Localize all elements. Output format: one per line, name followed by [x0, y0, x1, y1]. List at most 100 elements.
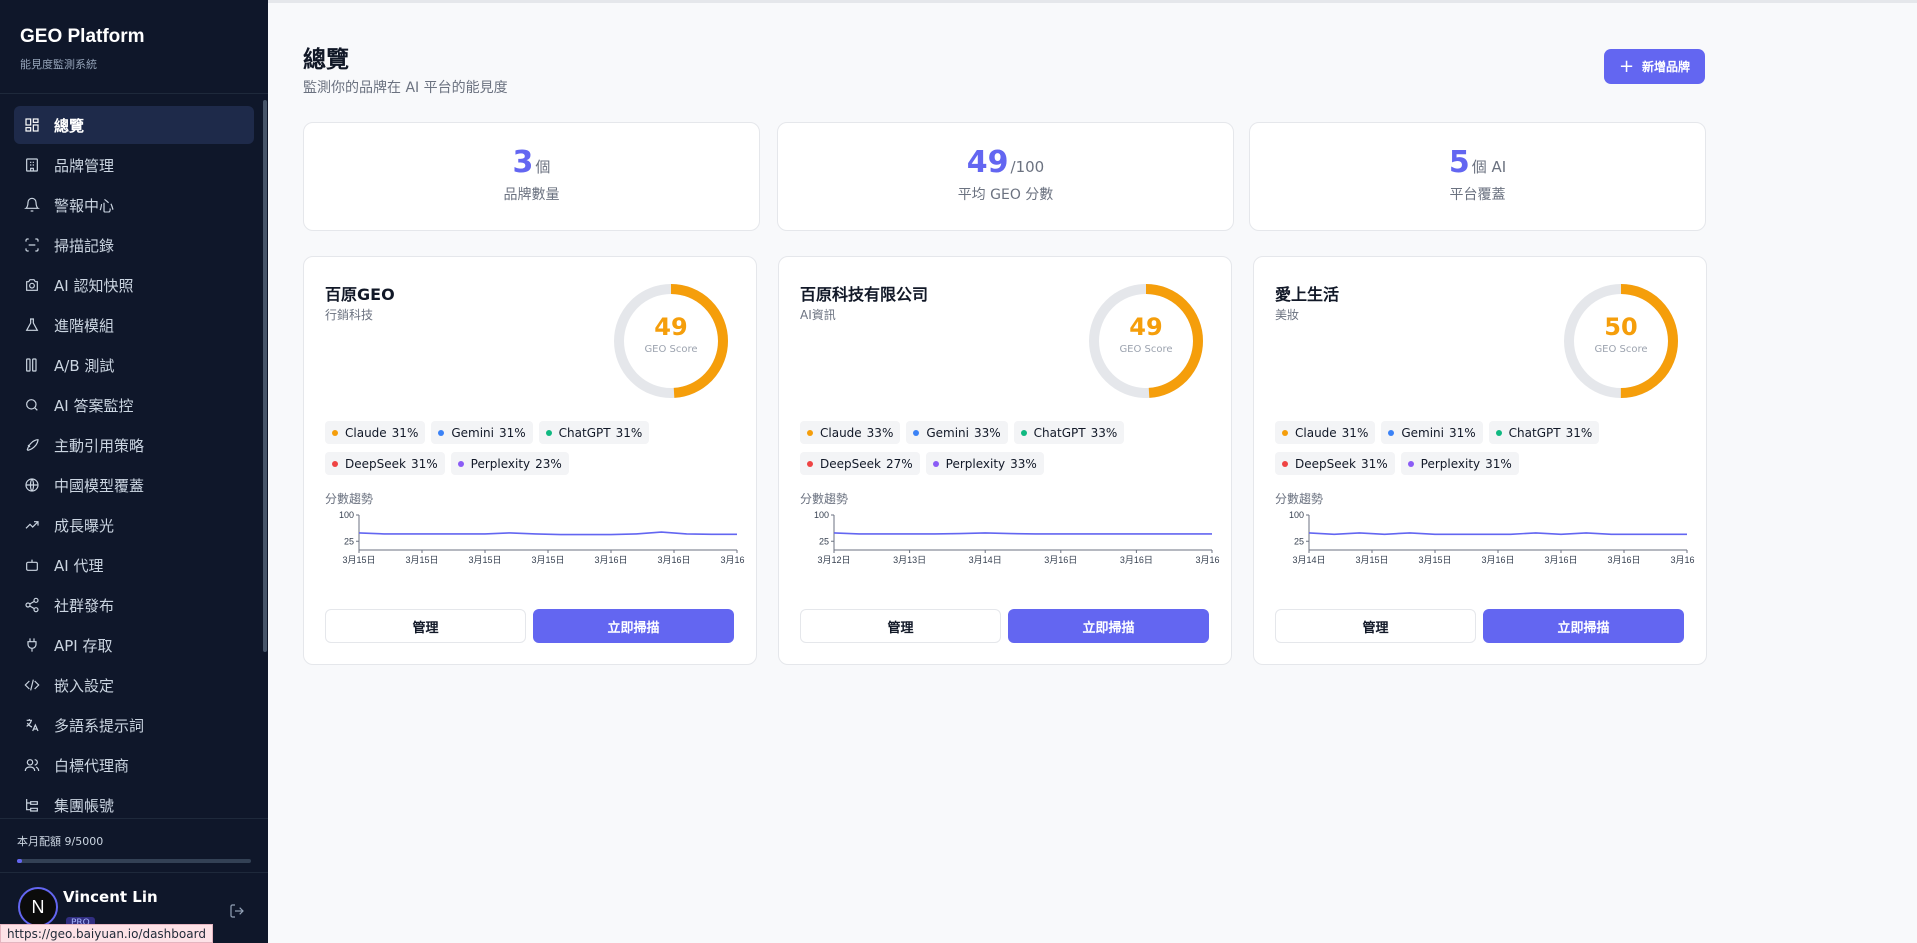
- manage-button[interactable]: 管理: [325, 609, 526, 643]
- sidebar-item-1[interactable]: 品牌管理: [14, 146, 254, 184]
- sidebar-item-label: 成長曝光: [54, 516, 115, 535]
- sidebar-item-10[interactable]: 成長曝光: [14, 506, 254, 544]
- sidebar-item-4[interactable]: AI 認知快照: [14, 266, 254, 304]
- platform-percent: 31%: [410, 456, 438, 471]
- platform-chip: Gemini 31%: [431, 421, 533, 444]
- platform-dot-icon: [1495, 429, 1502, 436]
- platform-percent: 31%: [1485, 456, 1512, 471]
- platform-chip: DeepSeek 27%: [800, 452, 920, 475]
- sidebar-item-12[interactable]: 社群發布: [14, 586, 254, 624]
- platform-chip: Perplexity 23%: [450, 452, 569, 475]
- brand-header: GEO Platform 能見度監測系統: [0, 0, 268, 94]
- x-tick-label: 3月15日: [1418, 555, 1451, 565]
- sidebar-item-13[interactable]: API 存取: [14, 626, 254, 664]
- sidebar-item-label: 警報中心: [54, 196, 115, 215]
- platform-chip: DeepSeek 31%: [325, 452, 445, 475]
- platform-percent: 33%: [1090, 425, 1118, 440]
- platform-chip: ChatGPT 31%: [1488, 421, 1600, 444]
- sidebar-item-label: A/B 測試: [54, 356, 115, 375]
- trend-label: 分數趨勢: [1275, 492, 1324, 506]
- brand-card: 愛上生活 美妝 50 GEO Score Claude 31% Gemini 31% ChatG…: [1253, 256, 1707, 665]
- platform-chip: ChatGPT 33%: [1013, 421, 1125, 444]
- platform-chip: Claude 31%: [325, 421, 426, 444]
- sidebar-item-7[interactable]: AI 答案監控: [14, 386, 254, 424]
- geo-score-value: 49: [654, 313, 688, 341]
- stat-card-platforms: 5個 AI 平台覆蓋: [1249, 122, 1706, 231]
- sidebar-item-16[interactable]: 白標代理商: [14, 746, 254, 784]
- add-brand-label: 新增品牌: [1642, 60, 1691, 74]
- trend-series-line: [833, 532, 1212, 535]
- platform-dot-icon: [332, 460, 338, 467]
- platform-name: DeepSeek: [820, 456, 881, 471]
- platform-name: DeepSeek: [1295, 456, 1356, 471]
- logout-icon[interactable]: [229, 903, 245, 919]
- sidebar-item-3[interactable]: 掃描記錄: [14, 226, 254, 264]
- geo-score-label: GEO Score: [1594, 344, 1648, 355]
- platform-dot-icon: [1282, 460, 1288, 467]
- x-tick-label: 3月15日: [1355, 555, 1388, 565]
- sidebar-item-17[interactable]: 集團帳號: [14, 786, 254, 818]
- stat-label: 品牌數量: [503, 187, 560, 203]
- bot-icon: [24, 557, 40, 573]
- sidebar-item-11[interactable]: AI 代理: [14, 546, 254, 584]
- sidebar-item-8[interactable]: 主動引用策略: [14, 426, 254, 464]
- scan-now-button[interactable]: 立即掃描: [1483, 609, 1684, 643]
- scan-now-button[interactable]: 立即掃描: [533, 609, 734, 643]
- platform-chips: Claude 33% Gemini 33% ChatGPT 33% DeepSeek 27% P…: [800, 421, 1220, 483]
- platform-dot-icon: [807, 460, 813, 467]
- page-subtitle: 監測你的品牌在 AI 平台的能見度: [303, 80, 508, 96]
- scan-now-button[interactable]: 立即掃描: [1008, 609, 1209, 643]
- platform-chip: Gemini 33%: [906, 421, 1008, 444]
- platform-dot-icon: [332, 429, 338, 436]
- sidebar-nav: 總覽 品牌管理警報中心掃描記錄 AI 認知快照 進階模組 A/B 測試 AI 答案監控 主動…: [0, 94, 268, 818]
- platform-chips: Claude 31% Gemini 31% ChatGPT 31% DeepSeek 31% P…: [1275, 421, 1695, 483]
- share-icon: [24, 597, 40, 613]
- manage-button[interactable]: 管理: [1275, 609, 1476, 643]
- brand-name[interactable]: 愛上生活: [1275, 281, 1339, 305]
- building-icon: [24, 157, 40, 173]
- code-icon: [24, 677, 40, 693]
- add-brand-button[interactable]: + 新增品牌: [1604, 49, 1705, 84]
- quota-progress-bar: [17, 859, 251, 863]
- sidebar-item-2[interactable]: 警報中心: [14, 186, 254, 224]
- status-bar-url: https://geo.baiyuan.io/dashboard: [0, 924, 213, 943]
- platform-name: ChatGPT: [1033, 425, 1086, 440]
- platform-percent: 23%: [535, 456, 562, 471]
- x-tick-label: 3月15日: [531, 555, 564, 565]
- y-tick-label: 25: [1294, 536, 1304, 546]
- geo-score-gauge: [1564, 284, 1678, 398]
- sidebar-item-0[interactable]: 總覽: [14, 106, 254, 144]
- stat-value: 49: [966, 145, 1009, 180]
- manage-button[interactable]: 管理: [800, 609, 1001, 643]
- sidebar-item-label: 嵌入設定: [54, 676, 115, 695]
- stat-card-brands: 3個 品牌數量: [303, 122, 760, 231]
- platform-dot-icon: [457, 460, 464, 467]
- x-tick-label: 3月16日: [1670, 555, 1695, 565]
- app-title[interactable]: GEO Platform: [20, 26, 248, 48]
- platform-name: Gemini: [926, 425, 969, 440]
- platform-percent: 31%: [1360, 456, 1388, 471]
- platform-dot-icon: [807, 429, 813, 436]
- geo-score-label: GEO Score: [1119, 344, 1173, 355]
- brand-card: 百原GEO 行銷科技 49 GEO Score Claude 31% Gemini 31% Ch…: [303, 256, 757, 665]
- platform-dot-icon: [1282, 429, 1288, 436]
- brand-category: 行銷科技: [325, 308, 374, 322]
- platform-chips: Claude 31% Gemini 31% ChatGPT 31% DeepSeek 31% P…: [325, 421, 745, 483]
- brand-name[interactable]: 百原GEO: [325, 281, 395, 305]
- geo-score-value: 49: [1129, 313, 1163, 341]
- platform-dot-icon: [1020, 429, 1027, 436]
- avatar[interactable]: N: [18, 887, 58, 927]
- x-tick-label: 3月16日: [1195, 555, 1220, 565]
- plug-icon: [24, 637, 40, 653]
- sidebar-item-15[interactable]: 多語系提示詞: [14, 706, 254, 744]
- sidebar-item-14[interactable]: 嵌入設定: [14, 666, 254, 704]
- sidebar-scrollbar[interactable]: [263, 100, 267, 652]
- columns-icon: [24, 357, 40, 373]
- stat-unit: 個 AI: [1471, 158, 1507, 176]
- sidebar-item-9[interactable]: 中國模型覆蓋: [14, 466, 254, 504]
- x-tick-label: 3月16日: [1120, 555, 1153, 565]
- sidebar-item-6[interactable]: A/B 測試: [14, 346, 254, 384]
- user-name: Vincent Lin: [63, 888, 158, 906]
- brand-name[interactable]: 百原科技有限公司: [800, 281, 928, 305]
- sidebar-item-5[interactable]: 進階模組: [14, 306, 254, 344]
